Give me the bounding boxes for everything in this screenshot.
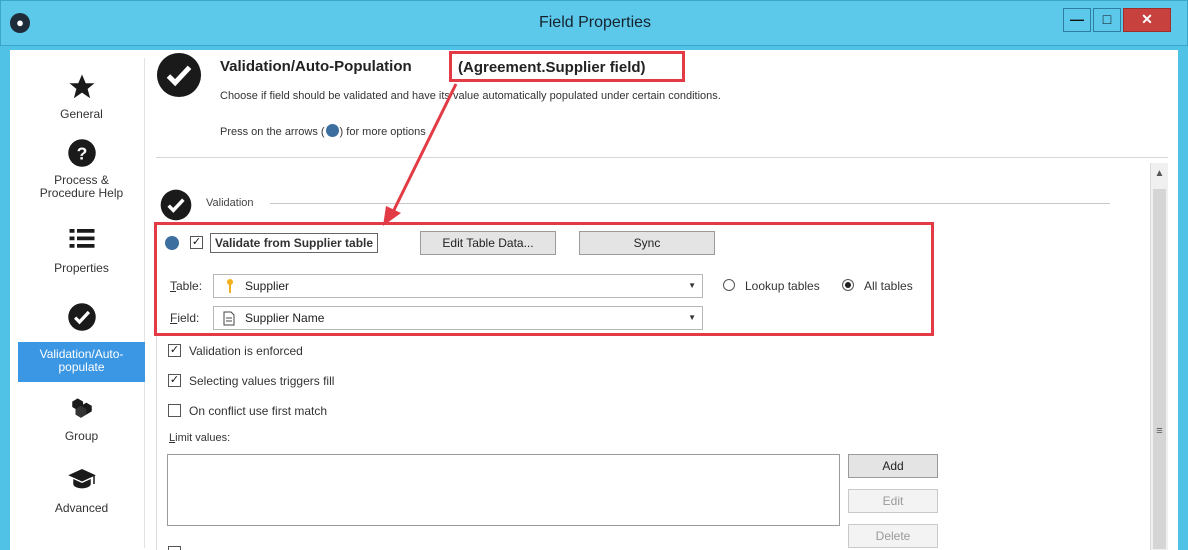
sidebar-item-properties[interactable]: Properties (18, 224, 145, 288)
sidebar-item-label: Group (64, 429, 99, 443)
arrows-hint-post: ) for more options (339, 126, 426, 138)
arrows-hint: Press on the arrows ( ) for more options (220, 124, 426, 138)
scroll-grip-icon: ≡ (1156, 425, 1163, 437)
sidebar-item-label: Advanced (54, 501, 109, 515)
star-icon (69, 74, 94, 99)
title-bar: ● Field Properties — □ ✕ (0, 0, 1188, 46)
scroll-up-icon[interactable]: ▲ (1151, 163, 1168, 185)
check-circle-icon (160, 189, 192, 221)
scroll-thumb[interactable] (1153, 189, 1166, 549)
minimize-button[interactable]: — (1063, 8, 1091, 32)
first-match-label[interactable]: On conflict use first match (189, 404, 327, 418)
limit-values-list[interactable] (167, 454, 840, 526)
sidebar-item-general[interactable]: General (18, 72, 145, 132)
highlight-box (154, 222, 934, 336)
sidebar-item-label: Validation/Auto- populate (39, 347, 124, 374)
sidebar: General ? Process & Procedure Help Prope… (18, 58, 145, 548)
vertical-scrollbar[interactable]: ▲ ≡ (1150, 163, 1168, 550)
cubes-icon (71, 398, 92, 418)
arrows-hint-pre: Press on the arrows ( (220, 126, 325, 138)
graduation-cap-icon (67, 469, 96, 489)
partial-checkbox[interactable] (168, 546, 181, 550)
first-match-checkbox[interactable] (168, 404, 181, 417)
add-button[interactable]: Add (848, 454, 938, 478)
divider (270, 203, 1110, 204)
page-description: Choose if field should be validated and … (220, 90, 721, 102)
maximize-button[interactable]: □ (1093, 8, 1121, 32)
section-title-validation: Validation (206, 197, 254, 209)
sidebar-item-label: Process & Procedure Help (39, 173, 124, 200)
edit-button[interactable]: Edit (848, 489, 938, 513)
check-circle-icon (156, 52, 202, 98)
validation-enforced-label[interactable]: Validation is enforced (189, 344, 303, 358)
question-icon: ? (67, 139, 96, 167)
check-circle-icon (67, 303, 96, 331)
triggers-fill-label[interactable]: Selecting values triggers fill (189, 374, 334, 388)
close-button[interactable]: ✕ (1123, 8, 1171, 32)
expand-arrow-icon (325, 124, 339, 137)
svg-text:?: ? (76, 143, 87, 163)
sidebar-item-process-help[interactable]: ? Process & Procedure Help (18, 138, 145, 214)
window-title: Field Properties (538, 14, 652, 31)
delete-button[interactable]: Delete (848, 524, 938, 548)
triggers-fill-checkbox[interactable]: ✓ (168, 374, 181, 387)
sidebar-item-group[interactable]: Group (18, 394, 145, 454)
page-title: Validation/Auto-Population (220, 58, 412, 75)
sidebar-item-advanced[interactable]: Advanced (18, 466, 145, 528)
limit-values-label: Limit values: (169, 432, 231, 444)
field-name-highlight: (Agreement.Supplier field) (449, 51, 685, 82)
divider (156, 157, 1168, 158)
sidebar-item-validation-label[interactable]: Validation/Auto- populate (18, 342, 145, 382)
list-icon (69, 229, 94, 248)
sidebar-item-label: Properties (54, 261, 109, 275)
sidebar-item-label: General (60, 107, 103, 121)
validation-enforced-checkbox[interactable]: ✓ (168, 344, 181, 357)
